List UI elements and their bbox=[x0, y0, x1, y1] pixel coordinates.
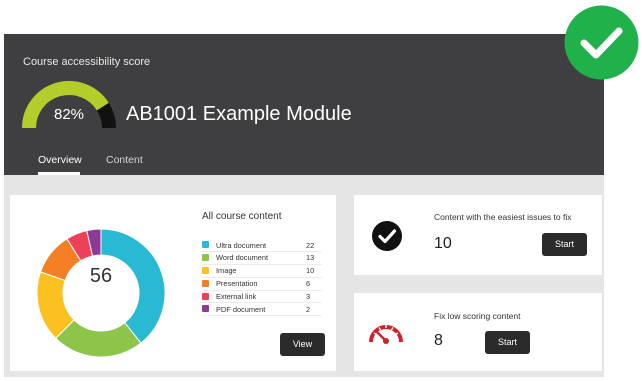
legend-item: Ultra document 22 bbox=[202, 239, 322, 252]
total-content-count: 56 bbox=[89, 265, 113, 287]
low-scoring-card: Fix low scoring content 8 Start bbox=[354, 293, 602, 371]
easy-issues-card: Content with the easiest issues to fix 1… bbox=[354, 195, 602, 275]
legend-label: Image bbox=[216, 266, 237, 276]
legend-count: 2 bbox=[306, 304, 311, 314]
all-content-card: 56 All course content Ultra document 22 … bbox=[10, 195, 336, 371]
legend-count: 3 bbox=[306, 292, 311, 302]
start-low-scoring-button[interactable]: Start bbox=[485, 331, 530, 354]
speedometer-icon bbox=[369, 325, 403, 344]
legend-count: 6 bbox=[306, 279, 311, 289]
success-check-icon bbox=[564, 5, 639, 80]
module-title: AB1001 Example Module bbox=[126, 103, 352, 125]
low-scoring-text: Fix low scoring content bbox=[434, 311, 521, 321]
legend-count: 13 bbox=[306, 253, 315, 263]
content-legend: Ultra document 22 Word document 13 Image… bbox=[202, 239, 322, 317]
score-value: 82% bbox=[53, 106, 85, 123]
view-button[interactable]: View bbox=[280, 333, 325, 356]
legend-label: Presentation bbox=[216, 279, 258, 289]
content-donut-chart bbox=[36, 228, 166, 358]
course-header: Course accessibility score 82% AB1001 Ex… bbox=[4, 34, 604, 175]
low-scoring-count: 8 bbox=[434, 332, 443, 349]
tab-overview[interactable]: Overview bbox=[38, 154, 82, 166]
legend-swatch bbox=[202, 292, 209, 300]
check-circle-icon bbox=[372, 221, 402, 251]
legend-swatch bbox=[202, 305, 209, 313]
legend-swatch bbox=[202, 266, 209, 274]
legend-count: 10 bbox=[306, 266, 315, 276]
legend-swatch bbox=[202, 241, 209, 248]
legend-label: Ultra document bbox=[216, 240, 267, 250]
legend-item: Word document 13 bbox=[202, 252, 322, 265]
start-easy-button[interactable]: Start bbox=[542, 233, 587, 256]
all-content-title: All course content bbox=[202, 211, 282, 222]
tab-content[interactable]: Content bbox=[106, 154, 143, 166]
legend-count: 22 bbox=[306, 240, 315, 250]
legend-label: Word document bbox=[216, 253, 269, 263]
legend-item: Image 10 bbox=[202, 265, 322, 278]
easy-issues-text: Content with the easiest issues to fix bbox=[434, 212, 572, 222]
easy-issues-count: 10 bbox=[434, 235, 452, 252]
legend-item: Presentation 6 bbox=[202, 278, 322, 291]
legend-label: PDF document bbox=[216, 304, 266, 314]
legend-label: External link bbox=[216, 292, 257, 302]
legend-item: External link 3 bbox=[202, 291, 322, 304]
legend-swatch bbox=[202, 253, 209, 261]
score-label: Course accessibility score bbox=[23, 56, 151, 68]
legend-item: PDF document 2 bbox=[202, 303, 322, 317]
legend-swatch bbox=[202, 279, 209, 287]
